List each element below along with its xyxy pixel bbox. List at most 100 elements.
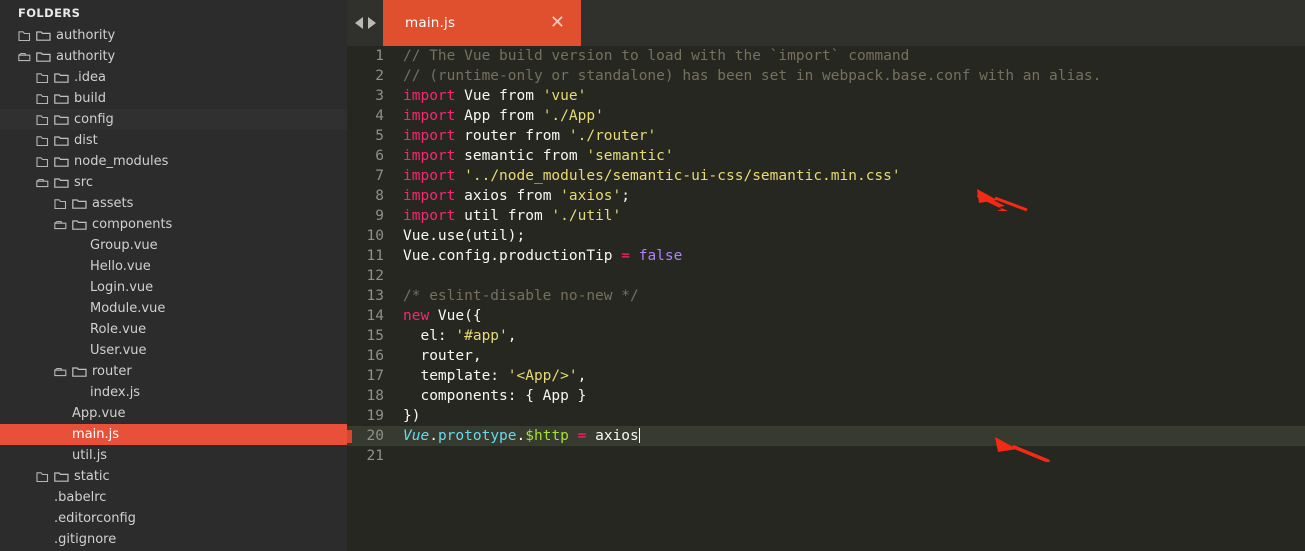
code-line-21[interactable]: 21 [347,446,1305,466]
code-line-8[interactable]: 8 import axios from 'axios'; [347,186,1305,206]
code-line-4[interactable]: 4 import App from './App' [347,106,1305,126]
chevron-collapsed-icon[interactable] [18,30,31,42]
folder-tree[interactable]: authority authority .idea build config dist no… [0,25,347,551]
code-line-16[interactable]: 16 router, [347,346,1305,366]
code-text-13[interactable]: /* eslint-disable no-new */ [395,286,639,306]
tree-file-group-vue[interactable]: Group.vue [0,235,347,256]
code-line-7[interactable]: 7 import '../node_modules/semantic-ui-css… [347,166,1305,186]
chevron-collapsed-icon[interactable] [36,135,49,147]
code-lines[interactable]: 1 // The Vue build version to load with t… [347,46,1305,466]
code-text-15[interactable]: el: '#app', [395,326,516,346]
folder-icon [54,177,69,189]
tree-folder-idea[interactable]: .idea [0,67,347,88]
code-text-11[interactable]: Vue.config.productionTip = false [395,246,682,266]
tree-folder-build[interactable]: build [0,88,347,109]
tree-file-role-vue[interactable]: Role.vue [0,319,347,340]
line-number-1: 1 [375,48,384,64]
tree-folder-authority[interactable]: authority [0,25,347,46]
code-line-11[interactable]: 11 Vue.config.productionTip = false [347,246,1305,266]
chevron-expanded-icon[interactable] [54,219,67,231]
code-text-20[interactable]: Vue.prototype.$http = axios [395,426,640,446]
code-line-14[interactable]: 14 new Vue({ [347,306,1305,326]
tree-folder-assets[interactable]: assets [0,193,347,214]
code-line-18[interactable]: 18 components: { App } [347,386,1305,406]
tab-prev-arrow-icon[interactable] [354,17,363,29]
close-icon[interactable]: ✕ [550,14,565,32]
chevron-expanded-icon[interactable] [36,177,49,189]
code-line-5[interactable]: 5 import router from './router' [347,126,1305,146]
chevron-collapsed-icon[interactable] [36,93,49,105]
tree-file-main-js[interactable]: main.js [0,424,347,445]
code-text-19[interactable]: }) [395,406,420,426]
folder-icon [36,30,51,42]
tree-folder-node-modules[interactable]: node_modules [0,151,347,172]
code-text-16[interactable]: router, [395,346,481,366]
line-number-13: 13 [366,288,384,304]
code-line-1[interactable]: 1 // The Vue build version to load with t… [347,46,1305,66]
folder-icon [54,135,69,147]
code-line-17[interactable]: 17 template: '<App/>', [347,366,1305,386]
tree-file-user-vue[interactable]: User.vue [0,340,347,361]
tree-folder-static[interactable]: static [0,466,347,487]
code-text-1[interactable]: // The Vue build version to load with th… [395,46,909,66]
folder-icon [36,51,51,63]
tree-folder-router[interactable]: router [0,361,347,382]
tree-file-gitignore[interactable]: .gitignore [0,529,347,550]
folder-icon [72,198,87,210]
chevron-collapsed-icon[interactable] [36,114,49,126]
code-area[interactable]: 1 // The Vue build version to load with t… [347,46,1305,551]
code-text-18[interactable]: components: { App } [395,386,586,406]
code-line-19[interactable]: 19}) [347,406,1305,426]
code-text-2[interactable]: // (runtime-only or standalone) has been… [395,66,1101,86]
tab-bar[interactable]: main.js ✕ [347,0,1305,46]
code-line-13[interactable]: 13 /* eslint-disable no-new */ [347,286,1305,306]
code-line-2[interactable]: 2 // (runtime-only or standalone) has bee… [347,66,1305,86]
tree-file-editorconfig[interactable]: .editorconfig [0,508,347,529]
code-line-12[interactable]: 12 [347,266,1305,286]
chevron-expanded-icon[interactable] [18,51,31,63]
code-text-17[interactable]: template: '<App/>', [395,366,586,386]
code-line-10[interactable]: 10 Vue.use(util); [347,226,1305,246]
tree-file-hello-vue[interactable]: Hello.vue [0,256,347,277]
tree-file-util-js[interactable]: util.js [0,445,347,466]
tree-item-label: assets [92,196,134,211]
code-text-14[interactable]: new Vue({ [395,306,482,326]
tree-item-label: Group.vue [90,238,158,253]
code-text-10[interactable]: Vue.use(util); [395,226,525,246]
tree-folder-config[interactable]: config [0,109,347,130]
code-line-9[interactable]: 9 import util from './util' [347,206,1305,226]
code-text-6[interactable]: import semantic from 'semantic' [395,146,674,166]
tree-folder-dist[interactable]: dist [0,130,347,151]
tree-folder-components[interactable]: components [0,214,347,235]
code-text-21[interactable] [395,446,403,466]
code-text-7[interactable]: import '../node_modules/semantic-ui-css/… [395,166,901,186]
chevron-collapsed-icon[interactable] [36,471,49,483]
code-line-15[interactable]: 15 el: '#app', [347,326,1305,346]
code-line-6[interactable]: 6 import semantic from 'semantic' [347,146,1305,166]
tab-main-js[interactable]: main.js ✕ [383,0,581,46]
code-line-20[interactable]: 20 Vue.prototype.$http = axios [347,426,1305,446]
tree-file-module-vue[interactable]: Module.vue [0,298,347,319]
chevron-expanded-icon[interactable] [54,366,67,378]
code-text-4[interactable]: import App from './App' [395,106,604,126]
code-text-5[interactable]: import router from './router' [395,126,656,146]
tab-nav-arrows[interactable] [347,0,383,46]
tab-next-arrow-icon[interactable] [367,17,376,29]
tree-file-login-vue[interactable]: Login.vue [0,277,347,298]
sidebar-file-tree[interactable]: FOLDERS authority authority .idea build conf… [0,0,347,551]
tree-file-app-vue[interactable]: App.vue [0,403,347,424]
code-line-3[interactable]: 3 import Vue from 'vue' [347,86,1305,106]
code-text-3[interactable]: import Vue from 'vue' [395,86,586,106]
chevron-collapsed-icon[interactable] [54,198,67,210]
code-text-8[interactable]: import axios from 'axios'; [395,186,630,206]
tree-file-index-js[interactable]: index.js [0,382,347,403]
chevron-collapsed-icon[interactable] [36,72,49,84]
tree-file-babelrc[interactable]: .babelrc [0,487,347,508]
code-text-9[interactable]: import util from './util' [395,206,621,226]
chevron-collapsed-icon[interactable] [36,156,49,168]
tree-folder-authority[interactable]: authority [0,46,347,67]
tree-folder-src[interactable]: src [0,172,347,193]
code-text-12[interactable] [395,266,403,286]
line-number-17: 17 [366,368,384,384]
tab-label: main.js [405,15,456,31]
